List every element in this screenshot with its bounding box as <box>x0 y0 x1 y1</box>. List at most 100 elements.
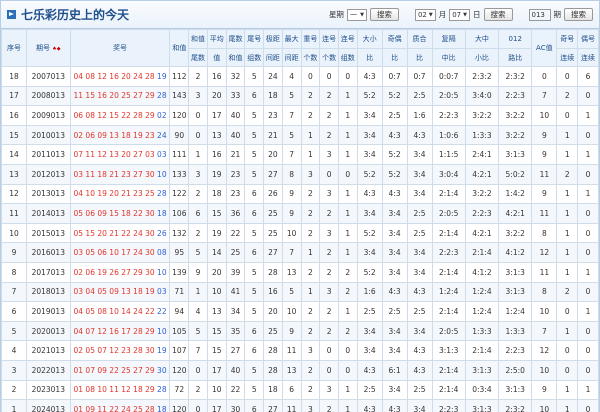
cell-rg: 2:0:5 <box>431 320 466 342</box>
cell-span: 21 <box>263 124 283 146</box>
col-road: 012 <box>498 29 533 49</box>
cell-sum: 120 <box>169 105 190 126</box>
cell-oe: 3:4 <box>381 222 408 244</box>
main-number: 21 <box>121 189 131 199</box>
cell-sumtail: 7 <box>188 340 208 361</box>
col-evenconsec-sub: 连续 <box>577 48 599 67</box>
month-select[interactable]: 02 ▼ <box>414 8 436 21</box>
cell-cong: 0 <box>337 359 358 381</box>
cell-rg: 1:2:4 <box>431 281 466 303</box>
cell-numbers: 11 15 16 20 25 27 29 28 <box>69 85 171 107</box>
cell-ac: 9 <box>531 379 558 401</box>
cell-seq: 12 <box>1 183 27 205</box>
cell-tailsum: 34 <box>225 301 246 322</box>
main-number: 06 <box>97 248 107 258</box>
cell-period: 2010013 <box>25 124 71 146</box>
main-number: 09 <box>85 404 95 412</box>
cell-sumtail: 5 <box>188 242 208 263</box>
cell-sumtail: 0 <box>188 399 208 412</box>
issue-input[interactable]: 013 <box>528 8 551 21</box>
table-row: 2 2023013 01 08 10 11 12 18 29 28 72 2 10 22 5 1… <box>1 379 599 401</box>
main-number: 03 <box>73 287 84 297</box>
main-number: 01 <box>73 365 84 375</box>
cell-con: 2 <box>319 85 339 107</box>
col-sum: 和值 <box>169 29 190 67</box>
main-number: 06 <box>85 208 95 218</box>
cell-road: 2:3:2 <box>498 399 533 412</box>
special-number: 18 <box>157 208 167 218</box>
cell-period: 2022013 <box>25 359 71 381</box>
cell-bm: 1:2:4 <box>464 301 500 322</box>
cell-bm: 3:1:3 <box>464 359 500 381</box>
cell-sum: 71 <box>169 281 190 303</box>
month-label: 月 <box>438 10 447 19</box>
cell-avg: 18 <box>206 183 227 205</box>
main-number: 18 <box>133 287 143 297</box>
day-select[interactable]: 07 ▼ <box>449 8 470 21</box>
cell-ac: 11 <box>531 203 558 224</box>
cell-sum: 120 <box>169 359 190 381</box>
cell-bm: 3:4:0 <box>464 85 500 107</box>
cell-oc: 1 <box>556 399 579 412</box>
main-number: 29 <box>145 110 155 120</box>
cell-size: 3:4 <box>356 340 383 361</box>
cell-oc: 0 <box>556 359 579 381</box>
cell-numbers: 03 11 18 21 23 27 30 10 <box>69 163 171 185</box>
main-number: 29 <box>145 385 155 395</box>
cell-tg: 5 <box>244 144 265 165</box>
cell-avg: 14 <box>206 242 227 263</box>
main-number: 24 <box>133 71 143 81</box>
cell-avg: 15 <box>206 320 227 342</box>
main-number: 08 <box>97 306 107 316</box>
cell-tailsum: 40 <box>225 124 246 146</box>
col-repeatgap-sub: 中比 <box>431 48 466 67</box>
main-number: 25 <box>145 189 155 199</box>
cell-ac: 11 <box>531 261 558 283</box>
cell-sum: 95 <box>169 242 190 263</box>
issue-search-button[interactable]: 搜索 <box>564 8 593 21</box>
cell-tg: 5 <box>244 105 265 126</box>
cell-cong: 2 <box>337 261 358 283</box>
table-row: 16 2009013 06 08 12 15 22 28 29 02 120 0 17 40… <box>1 105 599 126</box>
weekday-search-button[interactable]: 搜索 <box>369 8 399 21</box>
main-number: 18 <box>133 385 143 395</box>
main-number: 22 <box>109 365 119 375</box>
cell-oe: 4:3 <box>381 124 408 146</box>
col-tailgroup: 尾号 <box>244 29 265 49</box>
cell-oe: 5:2 <box>381 144 408 165</box>
main-number: 18 <box>97 169 107 179</box>
cell-period: 2019013 <box>25 301 71 322</box>
cell-period: 2023013 <box>25 379 71 401</box>
main-number: 16 <box>109 71 119 81</box>
cell-size: 1:6 <box>356 281 383 303</box>
cell-numbers: 03 05 06 10 17 24 30 08 <box>69 242 171 263</box>
col-period: 期号 ♠◆ <box>25 29 71 67</box>
cell-seq: 2 <box>1 379 27 401</box>
cell-gap: 10 <box>281 301 302 322</box>
cell-size: 5:2 <box>356 85 383 107</box>
cell-road: 1:3:3 <box>498 320 533 342</box>
main-number: 07 <box>85 326 95 336</box>
cell-ac: 10 <box>531 359 558 381</box>
date-search-button[interactable]: 搜索 <box>483 8 513 21</box>
weekday-select[interactable]: 一 ▼ <box>346 8 367 21</box>
cell-ec: 0 <box>577 242 599 263</box>
cell-bm: 4:1:2 <box>464 261 500 283</box>
cell-period: 2013013 <box>25 183 71 205</box>
cell-ec: 0 <box>577 124 599 146</box>
special-number: 28 <box>157 385 167 395</box>
cell-oc: 0 <box>556 66 579 87</box>
col-maxgap-sub: 间距 <box>281 48 302 67</box>
cell-avg: 10 <box>206 281 227 303</box>
cell-oe: 0:7 <box>381 66 408 87</box>
cell-ec: 1 <box>577 144 599 165</box>
cell-rg: 2:2:3 <box>431 242 466 263</box>
cell-tailsum: 30 <box>225 399 246 412</box>
sort-icon[interactable]: ♠◆ <box>52 46 60 52</box>
cell-oe: 5:2 <box>381 85 408 107</box>
cell-ac: 10 <box>531 105 558 126</box>
special-number: 19 <box>157 346 167 356</box>
cell-cong: 2 <box>337 281 358 303</box>
page-title: 七乐彩历史上的今天 <box>21 8 130 22</box>
special-number: 30 <box>157 365 167 375</box>
